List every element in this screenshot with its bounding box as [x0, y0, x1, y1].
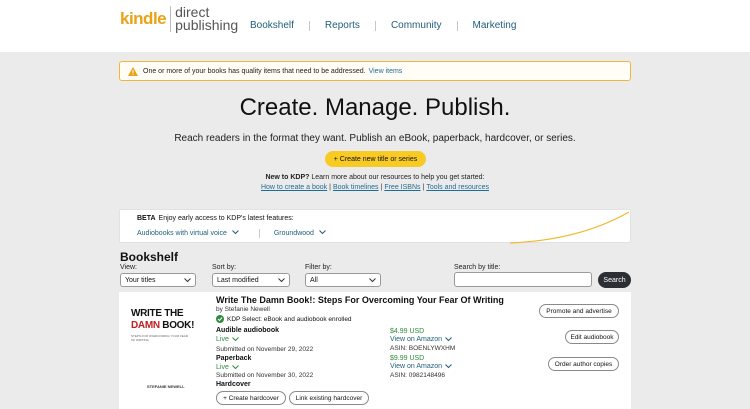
chevron-down-icon — [369, 278, 376, 283]
view-select-value: Your titles — [125, 276, 156, 284]
check-circle-icon — [216, 315, 224, 323]
book-card: WRITE THE DAMN BOOK! STEPS FOR OVERCOMIN… — [119, 292, 631, 409]
cover-title-line-2: DAMN BOOK! — [131, 320, 194, 331]
format-audible-price: $4.99 USD — [390, 328, 425, 335]
format-paperback-submitted: Submitted on November 30, 2022 — [216, 372, 314, 379]
link-hardcover-button[interactable]: Link existing hardcover — [289, 391, 369, 405]
promote-advertise-button[interactable]: Promote and advertise — [539, 304, 619, 318]
chevron-down-icon — [278, 278, 285, 283]
create-title-button[interactable]: + Create new title or series — [325, 151, 426, 167]
format-paperback-price: $9.99 USD — [390, 355, 425, 362]
chevron-down-icon — [231, 230, 239, 235]
book-title[interactable]: Write The Damn Book!: Steps For Overcomi… — [216, 295, 504, 305]
kdp-select-text: KDP Select: eBook and audiobook enrolled — [227, 315, 352, 323]
beta-feature-virtual-voice[interactable]: Audiobooks with virtual voice — [137, 230, 239, 237]
status-text: Live — [216, 364, 229, 371]
edit-audiobook-button[interactable]: Edit audiobook — [565, 330, 619, 344]
format-audible-status[interactable]: Live — [216, 336, 239, 343]
beta-text: Enjoy early access to KDP's latest featu… — [158, 215, 294, 222]
logo-divider — [170, 6, 172, 32]
format-hardcover-name: Hardcover — [216, 381, 251, 388]
alert-message: One or more of your books has quality it… — [143, 67, 366, 75]
book-timelines-link[interactable]: Book timelines — [333, 184, 379, 191]
search-button[interactable]: Search — [598, 272, 631, 288]
new-to-kdp-prefix: New to KDP? — [265, 174, 310, 181]
cover-title-black: BOOK! — [162, 320, 195, 331]
chevron-down-icon — [445, 364, 452, 369]
order-author-copies-button[interactable]: Order author copies — [548, 357, 619, 371]
filter-select[interactable]: All — [305, 273, 381, 287]
search-title-input[interactable] — [454, 272, 592, 287]
feature-divider — [258, 229, 260, 238]
chevron-down-icon — [319, 230, 326, 235]
beta-feature-groundwood[interactable]: Groundwood — [274, 230, 326, 237]
kdp-logo[interactable]: kindle direct publishing — [120, 5, 239, 33]
bookshelf-heading: Bookshelf — [120, 250, 179, 264]
format-paperback-view-amazon[interactable]: View on Amazon — [390, 363, 452, 370]
cover-title-red: DAMN — [131, 320, 160, 331]
view-amazon-text: View on Amazon — [390, 336, 443, 343]
main-nav: Bookshelf Reports Community Marketing — [250, 20, 516, 31]
feature-label: Groundwood — [273, 230, 314, 237]
beta-features-panel: BETA Enjoy early access to KDP's latest f… — [119, 209, 631, 244]
logo-kindle-text: kindle — [120, 9, 167, 28]
cover-author: STEFANIE NEWELL — [147, 384, 185, 389]
view-amazon-text: View on Amazon — [390, 363, 443, 370]
nav-divider — [374, 20, 376, 31]
cover-subtitle: STEPS FOR OVERCOMING YOUR FEAR OF WRITIN… — [131, 334, 188, 342]
warning-icon — [128, 66, 138, 76]
filter-label: Filter by: — [305, 264, 332, 271]
nav-community[interactable]: Community — [391, 20, 442, 31]
logo-line-2: publishing — [175, 17, 239, 33]
book-cover[interactable]: WRITE THE DAMN BOOK! STEPS FOR OVERCOMIN… — [129, 302, 199, 392]
free-isbns-link[interactable]: Free ISBNs — [384, 184, 420, 191]
beta-heading: BETA Enjoy early access to KDP's latest f… — [137, 215, 294, 222]
search-label: Search by title: — [454, 264, 501, 271]
filter-select-value: All — [310, 276, 318, 284]
nav-divider — [308, 20, 310, 31]
cover-title-line-1: WRITE THE — [131, 308, 184, 319]
view-label: View: — [120, 264, 137, 271]
sort-select[interactable]: Last modified — [212, 273, 290, 287]
new-to-kdp-body: Learn more about our resources to help y… — [311, 174, 485, 181]
logo-dp-text: direct publishing — [175, 5, 239, 33]
new-to-kdp-text: New to KDP? Learn more about our resourc… — [0, 174, 750, 181]
chevron-down-icon — [231, 337, 239, 342]
view-select[interactable]: Your titles — [120, 273, 196, 287]
nav-bookshelf[interactable]: Bookshelf — [250, 20, 294, 31]
chevron-down-icon — [231, 365, 239, 370]
feature-label: Audiobooks with virtual voice — [137, 230, 227, 237]
how-to-create-link[interactable]: How to create a book — [261, 184, 327, 191]
format-audible-submitted: Submitted on November 29, 2022 — [216, 346, 314, 353]
kdp-select-status: KDP Select: eBook and audiobook enrolled — [216, 315, 352, 323]
quality-alert: One or more of your books has quality it… — [119, 61, 631, 81]
format-audible-view-amazon[interactable]: View on Amazon — [390, 336, 452, 343]
format-audible-asin: ASIN: BOENLYWXHM — [390, 345, 456, 352]
top-header: kindle direct publishing Bookshelf Repor… — [0, 0, 750, 52]
chevron-down-icon — [184, 278, 191, 283]
view-items-link[interactable]: View items — [369, 68, 403, 75]
format-audible-name: Audible audiobook — [216, 327, 279, 334]
format-paperback-asin: ASIN: 0982148496 — [390, 372, 445, 379]
resource-links: How to create a book | Book timelines | Free… — [260, 184, 489, 191]
format-paperback-status[interactable]: Live — [216, 364, 239, 371]
nav-divider — [456, 20, 458, 31]
page-subtitle: Reach readers in the format they want. P… — [174, 133, 576, 144]
nav-marketing[interactable]: Marketing — [473, 20, 517, 31]
status-text: Live — [216, 336, 229, 343]
nav-reports[interactable]: Reports — [325, 20, 360, 31]
sort-select-value: Last modified — [217, 276, 259, 284]
page-title: Create. Manage. Publish. — [239, 94, 511, 121]
format-paperback-name: Paperback — [216, 355, 252, 362]
tools-resources-link[interactable]: Tools and resources — [426, 184, 489, 191]
beta-feature-list: Audiobooks with virtual voice Groundwood — [137, 229, 326, 238]
book-author: by Stefanie Newell — [216, 306, 270, 313]
chevron-down-icon — [445, 337, 452, 342]
sort-label: Sort by: — [212, 264, 237, 271]
create-hardcover-button[interactable]: + Create hardcover — [216, 391, 286, 405]
beta-tag: BETA — [137, 215, 156, 222]
decorative-swoosh — [510, 211, 630, 244]
